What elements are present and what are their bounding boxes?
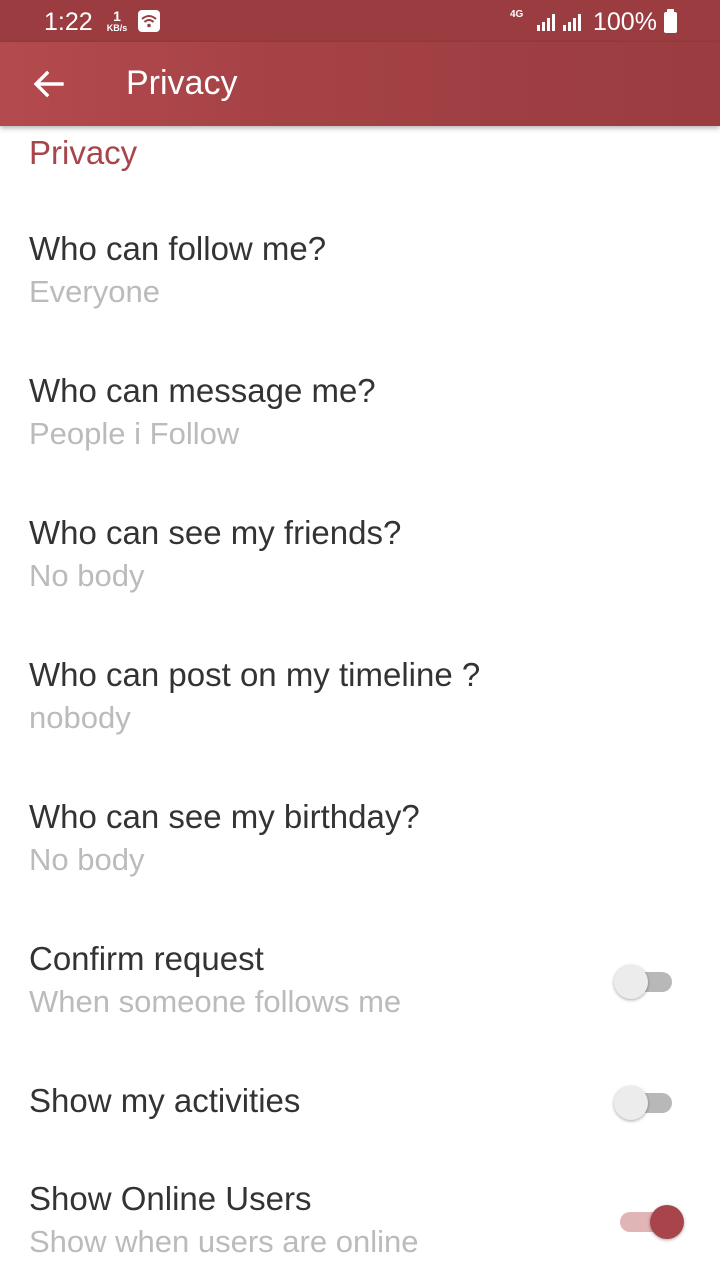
section-header: Privacy (29, 134, 138, 171)
pref-summary: No body (29, 842, 145, 877)
pref-who-can-see-birthday[interactable]: Who can see my birthday? No body (0, 798, 720, 898)
pref-title: Who can see my birthday? (29, 798, 420, 835)
network-speed-value: 1 (113, 8, 121, 24)
pref-summary: When someone follows me (29, 984, 402, 1019)
pref-show-activities[interactable]: Show my activities (0, 1082, 720, 1142)
pref-summary: People i Follow (29, 416, 240, 451)
toggle-thumb (614, 1086, 648, 1120)
back-button[interactable] (28, 64, 68, 104)
pref-title: Who can follow me? (29, 230, 327, 267)
pref-summary: Everyone (29, 274, 160, 309)
pref-title: Confirm request (29, 940, 264, 977)
network-speed-unit: KB/s (106, 23, 128, 33)
confirm-request-toggle[interactable] (614, 962, 678, 1002)
preferences-list: Privacy Who can follow me? Everyone Who … (0, 126, 720, 1280)
show-activities-toggle[interactable] (614, 1083, 678, 1123)
pref-title: Who can post on my timeline ? (29, 656, 481, 693)
pref-title: Show Online Users (29, 1180, 312, 1217)
pref-title: Who can message me? (29, 372, 376, 409)
status-time: 1:22 (44, 8, 93, 36)
signal-icon (537, 14, 555, 31)
toggle-thumb (650, 1205, 684, 1239)
page-title: Privacy (126, 64, 238, 102)
pref-summary: nobody (29, 700, 131, 735)
show-online-users-toggle[interactable] (614, 1202, 684, 1242)
pref-summary: No body (29, 558, 145, 593)
pref-who-can-follow[interactable]: Who can follow me? Everyone (0, 230, 720, 330)
toggle-thumb (614, 965, 648, 999)
pref-summary: Show when users are online (29, 1224, 419, 1259)
pref-who-can-post-timeline[interactable]: Who can post on my timeline ? nobody (0, 656, 720, 756)
arrow-left-icon (33, 70, 64, 98)
wifi-icon (138, 10, 160, 32)
pref-who-can-message[interactable]: Who can message me? People i Follow (0, 372, 720, 472)
status-bar: 1:22 1 KB/s 4G 100% (0, 0, 720, 42)
pref-title: Who can see my friends? (29, 514, 402, 551)
pref-who-can-see-friends[interactable]: Who can see my friends? No body (0, 514, 720, 614)
pref-confirm-request[interactable]: Confirm request When someone follows me (0, 940, 720, 1040)
network-speed: 1 KB/s (104, 9, 130, 33)
app-bar: Privacy (0, 42, 720, 126)
network-type: 4G (510, 9, 524, 20)
signal-icon (563, 14, 581, 31)
pref-title: Show my activities (29, 1082, 301, 1119)
battery-percentage: 100% (593, 8, 657, 36)
pref-show-online-users[interactable]: Show Online Users Show when users are on… (0, 1180, 720, 1280)
battery-icon (664, 9, 677, 33)
